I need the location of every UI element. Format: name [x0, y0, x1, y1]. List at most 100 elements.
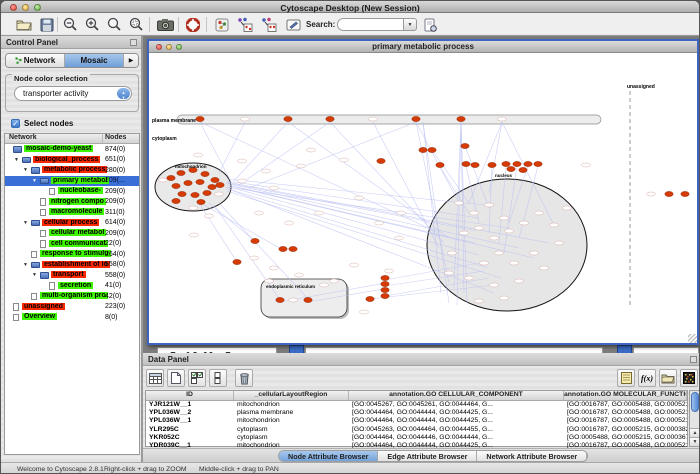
graph-node-white[interactable] — [495, 251, 504, 255]
tree-row-secretion[interactable]: secretion41(0) — [5, 281, 139, 292]
graph-node-red[interactable] — [178, 191, 186, 196]
graph-node-white[interactable] — [320, 283, 329, 287]
graph-node-red[interactable] — [462, 161, 470, 166]
graph-node-white[interactable] — [530, 251, 539, 255]
graph-node-white[interactable] — [498, 117, 507, 121]
select-nodes-checkbox[interactable]: ✓ — [11, 119, 20, 128]
graph-node-red[interactable] — [436, 162, 444, 167]
graph-node-white[interactable] — [485, 203, 494, 207]
graph-node-white[interactable] — [295, 273, 304, 277]
graph-node-red[interactable] — [366, 296, 374, 301]
graph-node-white[interactable] — [241, 117, 250, 121]
graph-node-red[interactable] — [461, 143, 469, 148]
graph-node-red[interactable] — [507, 166, 515, 171]
scroll-up-icon[interactable]: ▲ — [690, 428, 700, 437]
graph-node-white[interactable] — [470, 211, 479, 215]
graph-node-red[interactable] — [381, 293, 389, 298]
tree-row-nucleobase-[interactable]: nucleobase-209(0) — [5, 186, 139, 197]
search-dropdown-button[interactable]: ▼ — [403, 18, 417, 31]
graph-node-red[interactable] — [211, 177, 219, 182]
graph-node-red[interactable] — [665, 191, 673, 196]
graph-node-white[interactable] — [315, 211, 324, 215]
zoom-selected-icon[interactable] — [127, 16, 145, 33]
graph-node-red[interactable] — [196, 116, 204, 121]
graph-node-white[interactable] — [330, 279, 339, 283]
graph-node-white[interactable] — [475, 226, 484, 230]
tab-network-attribute-browser[interactable]: Network Attribute Browser — [477, 451, 587, 461]
tree-row-cell-communicat[interactable]: cell communicat22(0) — [5, 239, 139, 250]
graph-node-red[interactable] — [276, 297, 284, 302]
graph-node-red[interactable] — [172, 183, 180, 188]
attribute-table-icon[interactable] — [146, 369, 164, 387]
graph-node-red[interactable] — [488, 162, 496, 167]
graph-node-white[interactable] — [563, 206, 572, 210]
graph-node-red[interactable] — [167, 175, 175, 180]
tree-expand-icon[interactable]: ▼ — [23, 167, 28, 173]
graph-node-white[interactable] — [307, 148, 316, 152]
graph-node-white[interactable] — [515, 279, 524, 283]
graph-node-red[interactable] — [457, 116, 465, 121]
unselect-attributes-icon[interactable] — [209, 369, 227, 387]
tree-row-nitrogen-compo[interactable]: nitrogen compo209(0) — [5, 197, 139, 208]
tree-row-multi-organism-pro[interactable]: multi-organism pro42(0) — [5, 291, 139, 302]
graph-node-white[interactable] — [550, 223, 559, 227]
scroll-down-icon[interactable]: ▼ — [690, 437, 700, 446]
graph-node-red[interactable] — [524, 161, 532, 166]
graph-node-red[interactable] — [428, 147, 436, 152]
graph-node-white[interactable] — [490, 283, 499, 287]
search-options-icon[interactable] — [421, 16, 439, 33]
graph-node-white[interactable] — [262, 169, 271, 173]
graph-node-red[interactable] — [681, 191, 689, 196]
graph-node-white[interactable] — [215, 192, 224, 196]
graph-node-white[interactable] — [270, 266, 279, 270]
tree-row-unassigned[interactable]: unassigned223(0) — [5, 302, 139, 313]
tree-row-primary-metabol[interactable]: ▼primary metabol209(... — [5, 176, 139, 187]
tree-column-nodes[interactable]: Nodes — [103, 134, 139, 143]
zoom-in-icon[interactable] — [83, 16, 101, 33]
graph-node-white[interactable] — [490, 236, 499, 240]
graph-node-white[interactable] — [582, 163, 591, 167]
float-data-panel-icon[interactable] — [690, 356, 697, 363]
graph-node-white[interactable] — [397, 211, 406, 215]
graph-node-white[interactable] — [395, 236, 404, 240]
graph-node-red[interactable] — [197, 199, 205, 204]
graph-node-white[interactable] — [480, 261, 489, 265]
tree-row-overview[interactable]: Overview8(0) — [5, 312, 139, 323]
graph-node-red[interactable] — [502, 161, 510, 166]
graph-node-white[interactable] — [250, 256, 259, 260]
graph-node-red[interactable] — [216, 182, 224, 187]
tree-row-response-to-stimulu[interactable]: response to stimulu264(0) — [5, 249, 139, 260]
graph-node-white[interactable] — [500, 216, 509, 220]
attribute-matrix-icon[interactable] — [680, 369, 698, 387]
tree-expand-icon[interactable]: ▼ — [32, 272, 37, 278]
graph-node-white[interactable] — [369, 117, 378, 121]
tab-mosaic[interactable]: Mosaic — [65, 54, 124, 67]
vizmapper-icon[interactable] — [213, 16, 231, 33]
graph-node-white[interactable] — [448, 251, 457, 255]
tree-row-biological-process[interactable]: ▼biological_process651(0) — [5, 155, 139, 166]
tree-column-network[interactable]: Network — [5, 134, 103, 143]
graph-node-white[interactable] — [505, 229, 514, 233]
graph-node-white[interactable] — [360, 310, 369, 314]
create-attribute-icon[interactable] — [167, 369, 185, 387]
tree-expand-icon[interactable]: ▼ — [23, 220, 28, 226]
layout-alt-icon[interactable] — [260, 16, 278, 33]
graph-node-red[interactable] — [304, 297, 312, 302]
graph-node-white[interactable] — [285, 221, 294, 225]
graph-node-red[interactable] — [203, 190, 211, 195]
graph-node-white[interactable] — [190, 233, 199, 237]
tree-expand-icon[interactable]: ▼ — [32, 178, 37, 184]
graph-node-white[interactable] — [350, 263, 359, 267]
graph-node-white[interactable] — [255, 211, 264, 215]
graph-node-red[interactable] — [381, 281, 389, 286]
attribute-batch-icon[interactable] — [617, 369, 635, 387]
tree-row-metabolic-process[interactable]: ▼metabolic process280(0) — [5, 165, 139, 176]
graph-node-red[interactable] — [201, 171, 209, 176]
graph-node-red[interactable] — [279, 246, 287, 251]
tab-node-attribute-browser[interactable]: Node Attribute Browser — [279, 451, 378, 461]
save-icon[interactable] — [38, 16, 56, 33]
help-icon[interactable] — [184, 16, 202, 33]
graph-node-white[interactable] — [270, 186, 279, 190]
graph-node-white[interactable] — [340, 158, 349, 162]
function-builder-icon[interactable]: f(x) — [638, 369, 656, 387]
